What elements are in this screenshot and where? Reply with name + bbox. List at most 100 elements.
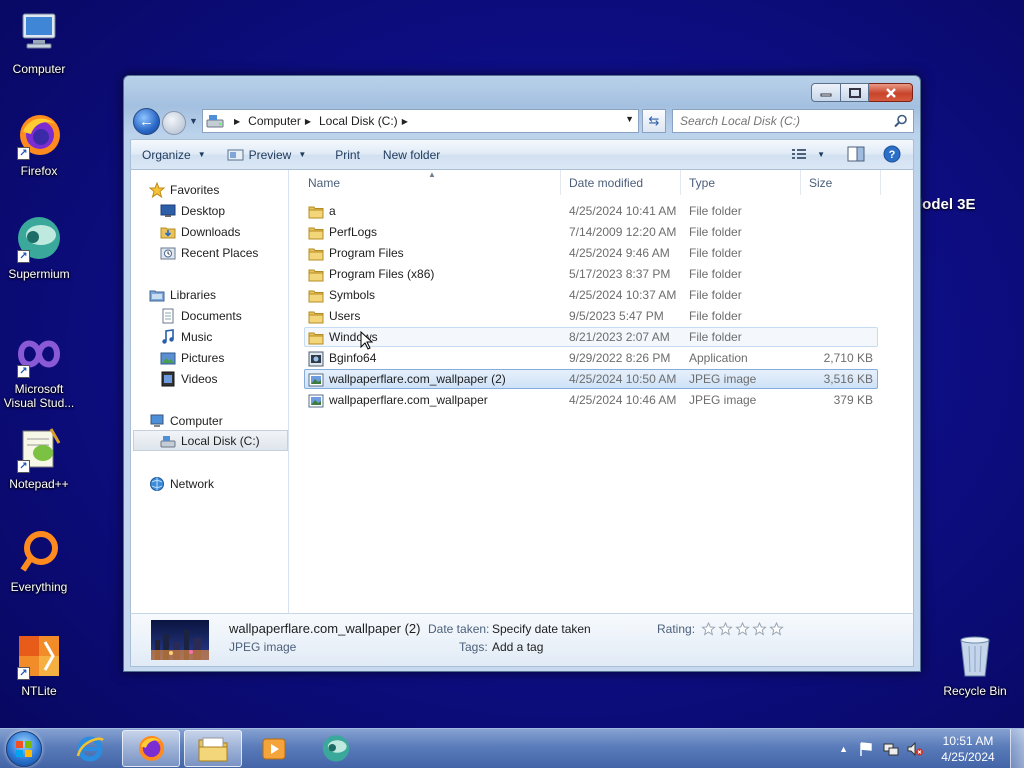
svg-text:?: ? [889, 149, 896, 161]
downloads-icon [160, 227, 176, 238]
star-empty-icon[interactable] [751, 622, 768, 636]
search-icon[interactable] [894, 114, 908, 128]
file-list[interactable]: Name ▲ Date modified Type Size a 4/25/202… [290, 170, 913, 613]
show-hidden-icons-icon[interactable]: ▲ [839, 744, 848, 754]
maximize-button[interactable] [841, 83, 869, 102]
search-input[interactable] [680, 114, 890, 128]
desktop-icon-computer[interactable]: Computer [0, 10, 78, 76]
star-empty-icon[interactable] [768, 622, 785, 636]
file-row[interactable]: Program Files (x86) 5/17/2023 8:37 PM File… [304, 264, 878, 284]
nav-videos[interactable]: Videos [160, 368, 217, 389]
refresh-button[interactable]: ⇆ [642, 109, 666, 133]
command-bar: Organize▼ Preview▼ Print New folder ▼ [130, 139, 914, 170]
preview-button[interactable]: Preview ▼ [215, 140, 316, 169]
shortcut-arrow-icon: ↗ [17, 147, 30, 160]
search-box[interactable] [672, 109, 914, 133]
taskbar-media-player[interactable] [245, 730, 303, 767]
organize-button[interactable]: Organize ▼ [131, 140, 215, 169]
star-empty-icon[interactable] [734, 622, 751, 636]
nav-music[interactable]: Music [160, 326, 212, 347]
taskbar-internet-explorer[interactable] [61, 730, 119, 767]
taskbar-supermium[interactable] [307, 730, 365, 767]
volume-muted-icon[interactable] [906, 741, 924, 757]
desktop-icon-firefox[interactable]: ↗ Firefox [0, 112, 78, 178]
file-row[interactable]: Users 9/5/2023 5:47 PM File folder [304, 306, 878, 326]
column-header-date[interactable]: Date modified [563, 170, 681, 195]
taskbar-explorer[interactable] [184, 730, 242, 767]
tags-label: Tags: [459, 640, 488, 654]
column-header-type[interactable]: Type [683, 170, 801, 195]
nav-local-disk[interactable]: Local Disk (C:) [133, 430, 288, 451]
nav-documents[interactable]: Documents [160, 305, 242, 326]
nav-pictures[interactable]: Pictures [160, 347, 224, 368]
network-tray-icon[interactable] [882, 741, 900, 757]
minimize-button[interactable] [811, 83, 841, 102]
breadcrumb-local-disk[interactable]: Local Disk (C:) ▶ [319, 114, 416, 128]
desktop-icon-supermium[interactable]: ↗ Supermium [0, 215, 78, 281]
desktop-background-text: lodel 3E [918, 196, 976, 213]
image-thumbnail[interactable] [151, 620, 209, 660]
application-icon [308, 351, 324, 367]
star-empty-icon[interactable] [717, 622, 734, 636]
taskbar: ▲ 10:51 AM 4/25/2024 [0, 728, 1024, 768]
navigation-pane[interactable]: Favorites Desktop Downloads Recent Place… [131, 170, 289, 613]
change-view-button[interactable]: ▼ [791, 148, 825, 160]
rating-label: Rating: [657, 622, 696, 636]
firefox-icon [139, 735, 165, 761]
desktop-icon-everything[interactable]: Everything [0, 528, 78, 594]
print-button[interactable]: Print [315, 140, 369, 169]
file-name: Program Files (x86) [329, 267, 435, 281]
file-date: 4/25/2024 10:37 AM [569, 288, 677, 302]
forward-button[interactable] [162, 111, 186, 135]
nav-recent-places[interactable]: Recent Places [160, 242, 258, 263]
file-row[interactable]: wallpaperflare.com_wallpaper 4/25/2024 10… [304, 390, 878, 410]
desktop-icon-visual-studio[interactable]: ↗ Microsoft Visual Stud... [0, 330, 78, 410]
file-type: File folder [689, 330, 742, 344]
clock[interactable]: 10:51 AM 4/25/2024 [930, 733, 1006, 765]
action-center-flag-icon[interactable] [858, 741, 874, 757]
column-header-size[interactable]: Size [803, 170, 881, 195]
show-desktop-button[interactable] [1010, 729, 1024, 768]
details-filetype: JPEG image [229, 640, 297, 654]
file-row[interactable]: a 4/25/2024 10:41 AM File folder [304, 201, 878, 221]
desktop-icon-ntlite[interactable]: ↗ NTLite [0, 632, 78, 698]
breadcrumb-separator-icon[interactable]: ▶ [230, 117, 248, 126]
file-row[interactable]: Symbols 4/25/2024 10:37 AM File folder [304, 285, 878, 305]
file-name: wallpaperflare.com_wallpaper [329, 393, 488, 407]
date-taken-value[interactable]: Specify date taken [492, 622, 591, 636]
breadcrumb-computer[interactable]: Computer ▶ [248, 114, 319, 128]
file-row[interactable]: Bginfo64 9/29/2022 8:26 PM Application 2,71… [304, 348, 878, 368]
tags-value[interactable]: Add a tag [492, 640, 543, 654]
desktop-icon-recycle-bin[interactable]: Recycle Bin [936, 632, 1014, 698]
nav-computer[interactable]: Computer [149, 410, 223, 431]
nav-downloads[interactable]: Downloads [160, 221, 240, 242]
nav-favorites[interactable]: Favorites [149, 179, 219, 200]
file-row[interactable]: wallpaperflare.com_wallpaper (2) 4/25/202… [304, 369, 878, 389]
file-size: 379 KB [833, 393, 873, 407]
firefox-icon: ↗ [15, 112, 63, 160]
nav-desktop[interactable]: Desktop [160, 200, 225, 221]
file-date: 8/21/2023 2:07 AM [569, 330, 670, 344]
nav-libraries[interactable]: Libraries [149, 284, 216, 305]
explorer-window[interactable]: ← ▼ ▶ Computer ▶ Local Disk (C:) ▶ ▼ ⇆ S… [123, 75, 921, 672]
rating-stars[interactable] [700, 622, 785, 636]
recent-pages-dropdown[interactable]: ▼ [189, 116, 198, 126]
date-taken-label: Date taken: [428, 622, 490, 636]
file-row[interactable]: Program Files 4/25/2024 9:46 AM File folde… [304, 243, 878, 263]
start-button[interactable] [6, 731, 42, 767]
close-button[interactable] [869, 83, 913, 102]
image-file-icon [308, 372, 324, 388]
help-icon[interactable]: ? [883, 145, 901, 163]
star-empty-icon[interactable] [700, 622, 717, 636]
nav-network[interactable]: Network [149, 473, 214, 494]
new-folder-button[interactable]: New folder [369, 140, 449, 169]
desktop-icon-notepadpp[interactable]: ↗ Notepad++ [0, 425, 78, 491]
address-dropdown-icon[interactable]: ▼ [625, 114, 634, 124]
file-row[interactable]: Windows 8/21/2023 2:07 AM File folder [304, 327, 878, 347]
back-button[interactable]: ← [133, 108, 160, 135]
folder-icon [308, 330, 324, 346]
taskbar-firefox[interactable] [122, 730, 180, 767]
preview-pane-icon[interactable] [847, 146, 865, 162]
file-row[interactable]: PerfLogs 7/14/2009 12:20 AM File folder [304, 222, 878, 242]
address-bar[interactable]: ▶ Computer ▶ Local Disk (C:) ▶ ▼ [202, 109, 639, 133]
